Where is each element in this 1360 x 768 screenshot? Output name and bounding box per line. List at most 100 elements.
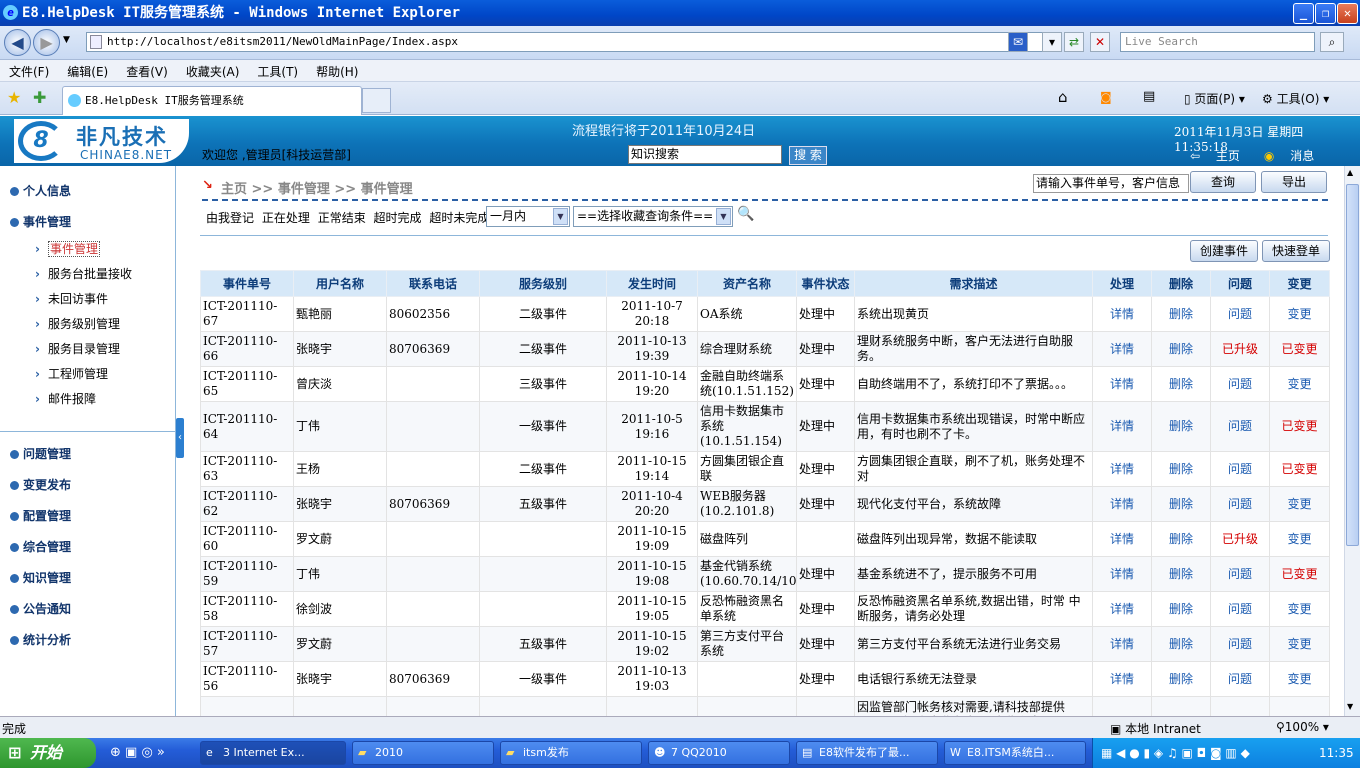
cell-delete-link[interactable]: 删除 — [1151, 486, 1211, 522]
taskbar-item-itsm[interactable]: ▰ itsm发布 — [500, 741, 642, 765]
tray-icons[interactable]: ▦ ◀ ● ▮ ◈ ♫ ▣ ◘ ◙ ▥ ◆ — [1101, 738, 1250, 768]
col-header[interactable]: 发生时间 — [606, 270, 698, 297]
live-search-input[interactable]: Live Search — [1120, 32, 1315, 52]
cell-problem-link[interactable]: 问题 — [1210, 626, 1270, 662]
menu-help[interactable]: 帮助(H) — [307, 60, 367, 83]
close-button[interactable]: ✕ — [1337, 3, 1358, 24]
cell-delete-link[interactable]: 删除 — [1151, 331, 1211, 367]
scroll-thumb[interactable] — [1346, 184, 1359, 546]
zoom-control[interactable]: ⚲100% ▾ — [1276, 720, 1329, 734]
cell-problem-link[interactable]: 问题 — [1210, 486, 1270, 522]
taskbar-item-e8-itsm[interactable]: W E8.ITSM系统白... — [944, 741, 1086, 765]
cell-change-link[interactable]: 变更 — [1269, 366, 1330, 402]
scroll-down-icon[interactable]: ▼ — [1347, 702, 1353, 711]
sidebar-group-personal[interactable]: 个人信息 — [10, 182, 71, 199]
tools-menu[interactable]: ⚙ 工具(O) ▾ — [1262, 90, 1329, 107]
saved-query-select[interactable]: ==选择收藏查询条件== ▼ — [573, 206, 733, 227]
home-link[interactable]: ⇦ 主页 — [1190, 149, 1252, 163]
menu-file[interactable]: 文件(F) — [0, 60, 58, 83]
cell-change-link[interactable]: 已变更 — [1269, 556, 1330, 592]
cell-detail-link[interactable]: 详情 — [1092, 296, 1152, 332]
cell-detail-link[interactable]: 详情 — [1092, 401, 1152, 452]
filter-in-progress[interactable]: 正在处理 — [262, 211, 310, 225]
cell-problem-link[interactable]: 问题 — [1210, 296, 1270, 332]
cell-delete-link[interactable]: 删除 — [1151, 401, 1211, 452]
col-header[interactable]: 服务级别 — [479, 270, 607, 297]
cell-detail-link[interactable]: 详情 — [1092, 626, 1152, 662]
search-icon[interactable]: ⌕ — [1320, 32, 1344, 52]
cell-delete-link[interactable]: 删除 — [1151, 556, 1211, 592]
sidebar-group-announcement[interactable]: 公告通知 — [10, 600, 71, 617]
cell-problem-link[interactable]: 问题 — [1210, 661, 1270, 697]
favorites-star-icon[interactable]: ★ — [7, 88, 21, 107]
history-dropdown-icon[interactable]: ▼ — [63, 35, 70, 45]
sidebar-group-general[interactable]: 综合管理 — [10, 538, 71, 555]
cell-change-link[interactable]: 变更 — [1269, 296, 1330, 332]
forward-icon[interactable]: ▶ — [33, 29, 60, 56]
cell-delete-link[interactable]: 删除 — [1151, 626, 1211, 662]
compatibility-icon[interactable]: ✉ — [1008, 32, 1028, 52]
sidebar-group-config[interactable]: 配置管理 — [10, 507, 71, 524]
col-header[interactable]: 资产名称 — [697, 270, 797, 297]
create-incident-button[interactable]: 创建事件 — [1190, 240, 1258, 262]
menu-view[interactable]: 查看(V) — [117, 60, 177, 83]
cell-detail-link[interactable]: 详情 — [1092, 661, 1152, 697]
messages-link[interactable]: ◉ 消息 — [1264, 149, 1326, 163]
col-header[interactable]: 用户名称 — [293, 270, 387, 297]
quicklaunch-icons[interactable]: ⊕ ▣ ◎ » — [110, 745, 165, 760]
sidebar-group-knowledge[interactable]: 知识管理 — [10, 569, 71, 586]
print-icon[interactable]: ▤ — [1143, 89, 1155, 104]
col-header[interactable]: 联系电话 — [386, 270, 480, 297]
col-header[interactable]: 事件单号 — [200, 270, 294, 297]
scroll-up-icon[interactable]: ▲ — [1347, 168, 1353, 177]
export-button[interactable]: 导出 — [1261, 171, 1327, 193]
cell-change-link[interactable]: 已变更 — [1269, 331, 1330, 367]
cell-delete-link[interactable]: 删除 — [1151, 661, 1211, 697]
sidebar-item-incident-mgmt[interactable]: › 事件管理 — [35, 240, 100, 257]
search-magnifier-icon[interactable]: 🔍 — [737, 206, 754, 222]
cell-problem-link[interactable]: 问题 — [1210, 451, 1270, 487]
cell-change-link[interactable]: 变更 — [1269, 591, 1330, 627]
taskbar-item-e8-doc[interactable]: ▤ E8软件发布了最... — [796, 741, 938, 765]
cell-detail-link[interactable]: 详情 — [1092, 331, 1152, 367]
filter-overdue-open[interactable]: 超时未完成 — [429, 211, 489, 225]
incident-search-input[interactable]: 请输入事件单号，客户信息 — [1033, 174, 1189, 193]
col-header[interactable]: 事件状态 — [796, 270, 855, 297]
cell-change-link[interactable]: 变更 — [1269, 521, 1330, 557]
cell-problem-link[interactable]: 问题 — [1210, 591, 1270, 627]
cell-problem-link[interactable]: 问题 — [1210, 696, 1270, 716]
url-dropdown-icon[interactable]: ▾ — [1042, 32, 1062, 52]
quick-register-button[interactable]: 快速登单 — [1262, 240, 1330, 262]
sidebar-group-incident[interactable]: 事件管理 — [10, 213, 71, 230]
cell-detail-link[interactable]: 详情 — [1092, 521, 1152, 557]
cell-problem-link[interactable]: 已升级 — [1210, 331, 1270, 367]
period-select[interactable]: 一月内 ▼ — [486, 206, 570, 227]
cell-detail-link[interactable]: 详情 — [1092, 451, 1152, 487]
menu-favorites[interactable]: 收藏夹(A) — [177, 60, 249, 83]
cell-problem-link[interactable]: 问题 — [1210, 401, 1270, 452]
sidebar-group-problem[interactable]: 问题管理 — [10, 445, 71, 462]
cell-delete-link[interactable]: 删除 — [1151, 591, 1211, 627]
cell-problem-link[interactable]: 问题 — [1210, 366, 1270, 402]
cell-change-link[interactable]: 已变更 — [1269, 451, 1330, 487]
cell-delete-link[interactable]: 删除 — [1151, 451, 1211, 487]
query-button[interactable]: 查询 — [1190, 171, 1256, 193]
refresh-icon[interactable]: ⇄ — [1064, 32, 1084, 52]
scrolling-notice[interactable]: 流程银行将于2011年10月24日 — [572, 120, 755, 139]
sidebar-collapse-handle[interactable]: ‹ — [176, 418, 184, 458]
start-button[interactable]: ⊞ 开始 — [0, 738, 96, 768]
sidebar-item-email-report[interactable]: › 邮件报障 — [35, 390, 96, 407]
cell-delete-link[interactable]: 删除 — [1151, 366, 1211, 402]
menu-edit[interactable]: 编辑(E) — [58, 60, 117, 83]
stop-icon[interactable]: ✕ — [1090, 32, 1110, 52]
tab-helpdesk[interactable]: E8.HelpDesk IT服务管理系统 — [62, 86, 362, 115]
sidebar-item-service-catalog[interactable]: › 服务目录管理 — [35, 340, 120, 357]
taskbar-item-qq[interactable]: ☻ 7 QQ2010 — [648, 741, 790, 765]
knowledge-search-input[interactable]: 知识搜索 — [628, 145, 782, 164]
cell-change-link[interactable]: 变更 — [1269, 696, 1330, 716]
filter-overdue-done[interactable]: 超时完成 — [374, 211, 422, 225]
cell-detail-link[interactable]: 详情 — [1092, 556, 1152, 592]
cell-delete-link[interactable]: 删除 — [1151, 296, 1211, 332]
sidebar-group-statistics[interactable]: 统计分析 — [10, 631, 71, 648]
filter-registered-by-me[interactable]: 由我登记 — [206, 211, 254, 225]
